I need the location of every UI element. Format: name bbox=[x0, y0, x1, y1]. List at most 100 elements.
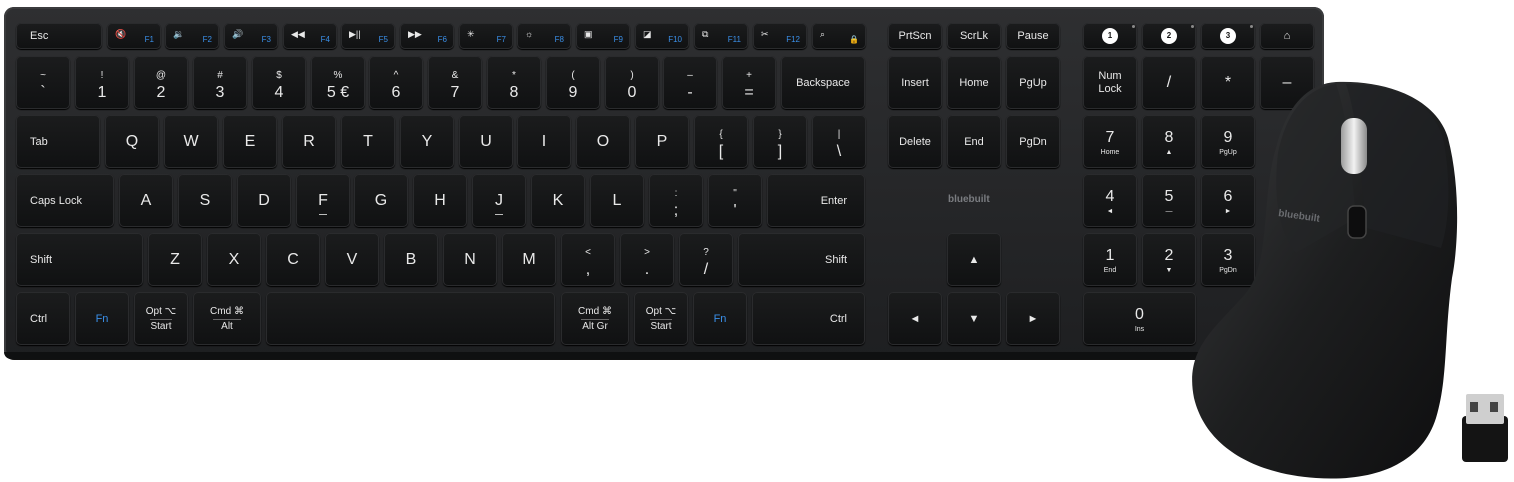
key-upper-label: % bbox=[333, 70, 343, 81]
key-cut[interactable]: ✂ F12 bbox=[753, 23, 807, 49]
key-p[interactable]: P bbox=[635, 115, 689, 168]
key-number-11[interactable]: – - bbox=[663, 56, 717, 109]
key-g[interactable]: G bbox=[354, 174, 408, 227]
key-scrlk[interactable]: ScrLk bbox=[947, 23, 1001, 49]
key-previous-track[interactable]: ◀◀ F4 bbox=[283, 23, 337, 49]
key-app-switch[interactable]: ⧉ F11 bbox=[694, 23, 748, 49]
key-insert[interactable]: Insert bbox=[888, 56, 942, 109]
key-r[interactable]: R bbox=[282, 115, 336, 168]
key-j[interactable]: J bbox=[472, 174, 526, 227]
key-shift-left[interactable]: Shift bbox=[16, 233, 143, 286]
key-home-button[interactable]: ⌂ bbox=[1260, 23, 1314, 49]
key-number-2[interactable]: @2 bbox=[134, 56, 188, 109]
key-bluetooth-1[interactable]: 1 bbox=[1083, 23, 1137, 49]
key-number-8[interactable]: * 8 bbox=[487, 56, 541, 109]
key-h[interactable]: H bbox=[413, 174, 467, 227]
key-num-4[interactable]: 4 ◄ bbox=[1083, 174, 1137, 227]
key-arrow-up[interactable]: ▲ bbox=[947, 233, 1001, 286]
key-z[interactable]: Z bbox=[148, 233, 202, 286]
key-b[interactable]: B bbox=[384, 233, 438, 286]
key-zpunct-2[interactable]: ? / bbox=[679, 233, 733, 286]
key-number-5[interactable]: % 5 € bbox=[311, 56, 365, 109]
key-bluetooth-3[interactable]: 3 bbox=[1201, 23, 1255, 49]
key-fn-left[interactable]: Fn bbox=[75, 292, 129, 345]
key-number-0[interactable]: ~ ` bbox=[16, 56, 70, 109]
key-number-9[interactable]: (9 bbox=[546, 56, 600, 109]
key-screenshot[interactable]: ▣ F9 bbox=[576, 23, 630, 49]
key-cmd-right[interactable]: Cmd ⌘ Alt Gr bbox=[561, 292, 629, 345]
key-number-4[interactable]: $4 bbox=[252, 56, 306, 109]
key-number-3[interactable]: #3 bbox=[193, 56, 247, 109]
key-num-0[interactable]: 0 Ins bbox=[1083, 292, 1196, 345]
key-end[interactable]: End bbox=[947, 115, 1001, 168]
key-search[interactable]: ⌕ 🔒 bbox=[812, 23, 866, 49]
key-pause[interactable]: Pause bbox=[1006, 23, 1060, 49]
key-space[interactable] bbox=[266, 292, 555, 345]
key-d[interactable]: D bbox=[237, 174, 291, 227]
key-bracket-1[interactable]: }] bbox=[753, 115, 807, 168]
key-next-track[interactable]: ▶▶ F6 bbox=[400, 23, 454, 49]
key-punct-1[interactable]: " ' bbox=[708, 174, 762, 227]
key-i[interactable]: I bbox=[517, 115, 571, 168]
key-number-7[interactable]: & 7 bbox=[428, 56, 482, 109]
key-tab[interactable]: Tab bbox=[16, 115, 100, 168]
key-prtscn[interactable]: PrtScn bbox=[888, 23, 942, 49]
key-fn-right[interactable]: Fn bbox=[693, 292, 747, 345]
key-pgdn[interactable]: PgDn bbox=[1006, 115, 1060, 168]
key-arrow-right[interactable]: ► bbox=[1006, 292, 1060, 345]
key-v[interactable]: V bbox=[325, 233, 379, 286]
key-brightness-down[interactable]: ✳ F7 bbox=[459, 23, 513, 49]
key-q[interactable]: Q bbox=[105, 115, 159, 168]
key-backspace[interactable]: Backspace bbox=[781, 56, 865, 109]
key-number-12[interactable]: + = bbox=[722, 56, 776, 109]
key-zpunct-1[interactable]: >. bbox=[620, 233, 674, 286]
key-k[interactable]: K bbox=[531, 174, 585, 227]
key-f[interactable]: F bbox=[296, 174, 350, 227]
key-c[interactable]: C bbox=[266, 233, 320, 286]
key-cmd-left[interactable]: Cmd ⌘ Alt bbox=[193, 292, 261, 345]
key-s[interactable]: S bbox=[178, 174, 232, 227]
key-x[interactable]: X bbox=[207, 233, 261, 286]
key-n[interactable]: N bbox=[443, 233, 497, 286]
key-zpunct-0[interactable]: <, bbox=[561, 233, 615, 286]
key-arrow-down[interactable]: ▼ bbox=[947, 292, 1001, 345]
key-bluetooth-2[interactable]: 2 bbox=[1142, 23, 1196, 49]
key-volume-up[interactable]: 🔊 F3 bbox=[224, 23, 278, 49]
key-volume-down[interactable]: 🔉 F2 bbox=[165, 23, 219, 49]
key-a[interactable]: A bbox=[119, 174, 173, 227]
key-enter[interactable]: Enter bbox=[767, 174, 865, 227]
key-m[interactable]: M bbox=[502, 233, 556, 286]
key-e[interactable]: E bbox=[223, 115, 277, 168]
key-ctrl-right[interactable]: Ctrl bbox=[752, 292, 865, 345]
key-pgup[interactable]: PgUp bbox=[1006, 56, 1060, 109]
key-window[interactable]: ◪ F10 bbox=[635, 23, 689, 49]
key-o[interactable]: O bbox=[576, 115, 630, 168]
key-bracket-0[interactable]: {[ bbox=[694, 115, 748, 168]
key-number-6[interactable]: ^ 6 bbox=[369, 56, 423, 109]
key-number-1[interactable]: ! 1 bbox=[75, 56, 129, 109]
key-opt-left[interactable]: Opt ⌥ Start bbox=[134, 292, 188, 345]
key-play-pause[interactable]: ▶|| F5 bbox=[341, 23, 395, 49]
key-home[interactable]: Home bbox=[947, 56, 1001, 109]
key-y[interactable]: Y bbox=[400, 115, 454, 168]
key-opt-right[interactable]: Opt ⌥ Start bbox=[634, 292, 688, 345]
mouse[interactable]: bluebuilt bbox=[1186, 78, 1464, 482]
key-u[interactable]: U bbox=[459, 115, 513, 168]
key-mute[interactable]: 🔇 F1 bbox=[107, 23, 161, 49]
key-t[interactable]: T bbox=[341, 115, 395, 168]
key-bracket-2[interactable]: | \ bbox=[812, 115, 866, 168]
key-num-1[interactable]: 1 End bbox=[1083, 233, 1137, 286]
key-caps-lock[interactable]: Caps Lock bbox=[16, 174, 114, 227]
key-arrow-left[interactable]: ◄ bbox=[888, 292, 942, 345]
key-num-7[interactable]: 7 Home bbox=[1083, 115, 1137, 168]
key-delete[interactable]: Delete bbox=[888, 115, 942, 168]
key-punct-0[interactable]: :; bbox=[649, 174, 703, 227]
key-number-10[interactable]: ) 0 bbox=[605, 56, 659, 109]
key-brightness-up[interactable]: ☼ F8 bbox=[517, 23, 571, 49]
key-shift-right[interactable]: Shift bbox=[738, 233, 865, 286]
key-ctrl-left[interactable]: Ctrl bbox=[16, 292, 70, 345]
key-l[interactable]: L bbox=[590, 174, 644, 227]
key-num-lock[interactable]: Num Lock bbox=[1083, 56, 1137, 109]
key-esc[interactable]: Esc bbox=[16, 23, 102, 49]
key-w[interactable]: W bbox=[164, 115, 218, 168]
